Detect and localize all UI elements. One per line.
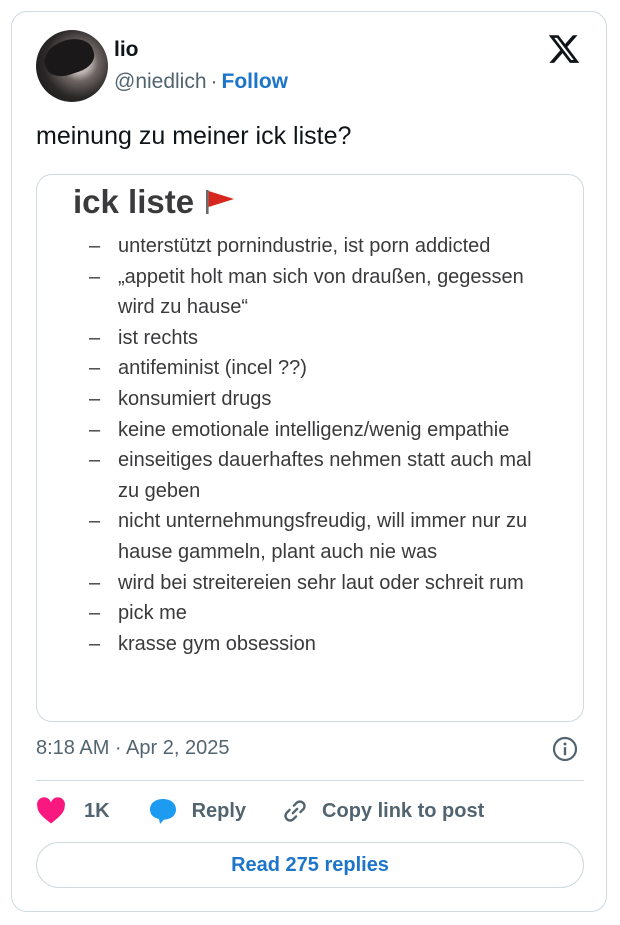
ick-list-item: – wird bei streitereien sehr laut oder sc… [89, 568, 558, 599]
divider [36, 780, 584, 781]
list-dash: – [89, 510, 101, 533]
reply-bubble-icon [149, 799, 176, 824]
ick-list: – unterstützt pornindustrie, ist porn add… [89, 231, 558, 659]
author-handle-line: @niedlich · Follow [114, 70, 288, 94]
reply-label: Reply [191, 799, 247, 822]
ick-list-item: – pick me [89, 598, 558, 629]
author-handle[interactable]: @niedlich [114, 70, 207, 93]
reply-button[interactable]: Reply [148, 797, 246, 825]
ick-list-item: – unterstützt pornindustrie, ist porn add… [89, 231, 558, 262]
tweet-image[interactable]: ick liste – unterstützt pornindustrie, is… [36, 174, 584, 722]
ick-list-item-text: wird bei streitereien sehr laut oder sch… [118, 571, 524, 594]
list-dash: – [89, 387, 101, 410]
ick-list-item-text: konsumiert drugs [118, 387, 272, 410]
ick-list-item: – krasse gym obsession [89, 629, 558, 660]
ick-list-item-text: krasse gym obsession [118, 632, 316, 655]
list-dash: – [89, 357, 101, 380]
image-title-text: ick liste [73, 183, 195, 220]
ick-list-item-text: ist rechts [118, 326, 199, 349]
tweet-text: meinung zu meiner ick liste? [36, 122, 352, 150]
separator: · [210, 70, 218, 93]
ick-list-item-text: antifeminist (incel ??) [118, 357, 307, 380]
ick-list-item-text: nicht unternehmungsfreudig, will immer n… [118, 510, 528, 563]
ick-list-item: – nicht unternehmungsfreudig, will immer … [89, 506, 558, 567]
list-dash: – [89, 632, 101, 655]
ick-list-item: – keine emotionale intelligenz/wenig empa… [89, 415, 558, 446]
ick-list-item-text: keine emotionale intelligenz/wenig empat… [118, 418, 510, 441]
ick-list-item-text: unterstützt pornindustrie, ist porn addi… [118, 235, 491, 257]
avatar[interactable] [36, 30, 108, 102]
like-count: 1K [84, 799, 110, 822]
ick-list-item: – einseitiges dauerhaftes nehmen statt au… [89, 445, 558, 506]
author-name[interactable]: lio [114, 38, 139, 62]
heart-icon [37, 797, 65, 824]
list-dash: – [89, 326, 101, 349]
read-replies-button[interactable]: Read 275 replies [36, 842, 584, 888]
list-dash: – [89, 235, 101, 257]
list-dash: – [89, 265, 101, 288]
ick-list-item-text: einseitiges dauerhaftes nehmen statt auc… [118, 449, 532, 502]
tweet-timestamp[interactable]: 8:18 AM · Apr 2, 2025 [36, 737, 229, 760]
ick-list-item-text: pick me [118, 602, 187, 625]
ick-list-item: – „appetit holt man sich von draußen, geg… [89, 262, 558, 323]
ick-list-item: – antifeminist (incel ??) [89, 353, 558, 384]
list-dash: – [89, 602, 101, 625]
ick-list-item: – konsumiert drugs [89, 384, 558, 415]
copy-link-label: Copy link to post [322, 799, 485, 822]
red-flag-emoji [206, 190, 235, 214]
action-bar: 1K Reply Copy link to post [36, 795, 484, 827]
follow-button[interactable]: Follow [222, 70, 289, 93]
x-logo-icon[interactable] [546, 32, 582, 66]
list-dash: – [89, 449, 101, 472]
image-title: ick liste [73, 183, 236, 221]
link-icon [284, 800, 306, 822]
ick-list-item: – ist rechts [89, 323, 558, 354]
list-dash: – [89, 418, 101, 441]
copy-link-button[interactable]: Copy link to post [282, 798, 484, 824]
info-icon[interactable] [552, 736, 578, 762]
list-dash: – [89, 571, 101, 594]
ick-list-item-text: „appetit holt man sich von draußen, gege… [118, 265, 524, 319]
like-button[interactable]: 1K [36, 797, 110, 825]
